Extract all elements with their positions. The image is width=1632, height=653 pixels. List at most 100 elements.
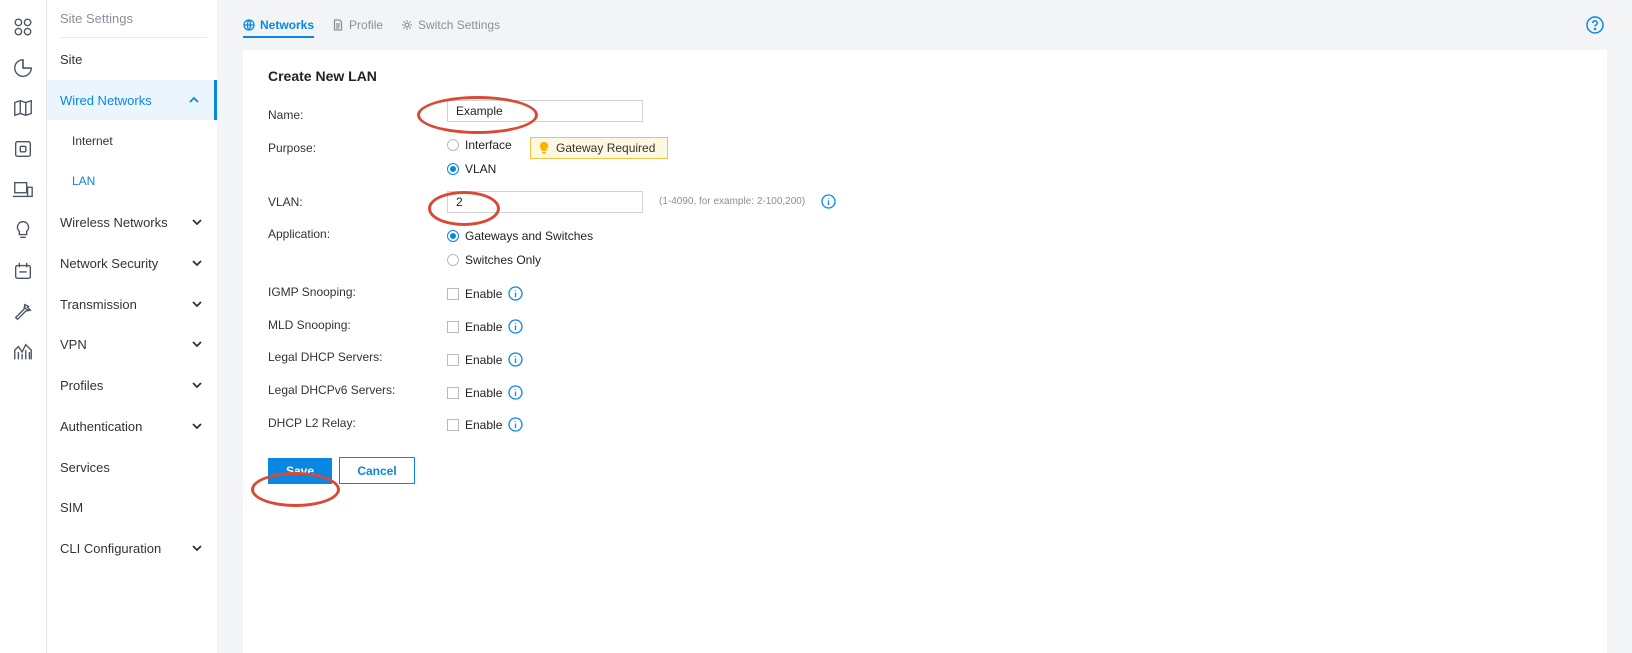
application-radio-gateways-switches[interactable]: Gateways and Switches xyxy=(447,229,593,243)
sidebar-item-lan[interactable]: LAN xyxy=(47,161,217,201)
sidebar-item-label: Transmission xyxy=(60,296,137,312)
chevron-down-icon xyxy=(191,379,203,391)
radio-dot xyxy=(447,163,459,175)
sidebar-item-wired-networks[interactable]: Wired Networks xyxy=(47,80,217,120)
sidebar-item-label: Profiles xyxy=(60,377,104,393)
tab-switch-settings[interactable]: Switch Settings xyxy=(401,14,500,36)
sidebar-item-label: LAN xyxy=(72,174,96,188)
name-label: Name: xyxy=(268,108,304,122)
checkbox-box xyxy=(447,320,459,333)
vlan-hint: (1-4090, for example: 2-100,200) xyxy=(659,196,806,207)
igmp-snooping-checkbox[interactable]: Enable xyxy=(447,286,524,301)
sidebar-item-transmission[interactable]: Transmission xyxy=(47,284,217,324)
sidebar-item-label: CLI Configuration xyxy=(60,540,162,556)
sidebar-item-sim[interactable]: SIM xyxy=(47,487,217,527)
name-input[interactable]: Example xyxy=(447,100,643,122)
clients-icon[interactable] xyxy=(11,178,35,202)
mld-snooping-checkbox[interactable]: Enable xyxy=(447,319,524,334)
checkbox-label: Enable xyxy=(465,319,503,334)
cancel-button[interactable]: Cancel xyxy=(339,457,415,484)
sidebar-item-network-security[interactable]: Network Security xyxy=(47,243,217,283)
sidebar-item-authentication[interactable]: Authentication xyxy=(47,406,217,446)
sidebar-item-wireless-networks[interactable]: Wireless Networks xyxy=(47,202,217,242)
icon-rail xyxy=(0,0,47,653)
globe-icon xyxy=(243,19,255,31)
chevron-down-icon xyxy=(191,298,203,310)
purpose-label: Purpose: xyxy=(268,141,317,155)
purpose-radio-vlan[interactable]: VLAN xyxy=(447,162,496,176)
checkbox-box xyxy=(447,386,459,399)
sidebar-item-label: Network Security xyxy=(60,255,159,271)
info-icon[interactable] xyxy=(508,319,524,334)
dashboard-icon[interactable] xyxy=(11,15,35,39)
sidebar-item-label: Wireless Networks xyxy=(60,214,168,230)
sidebar-item-internet[interactable]: Internet xyxy=(47,121,217,161)
dhcp-l2-relay-label: DHCP L2 Relay: xyxy=(268,416,356,430)
badge-text: Gateway Required xyxy=(556,141,656,155)
dhcp-l2-relay-checkbox[interactable]: Enable xyxy=(447,417,524,432)
checkbox-box xyxy=(447,418,459,431)
radio-dot xyxy=(447,230,459,242)
tab-networks[interactable]: Networks xyxy=(243,14,315,38)
map-icon[interactable] xyxy=(11,96,35,120)
logs-icon[interactable] xyxy=(11,259,35,283)
sidebar-item-label: VPN xyxy=(60,336,87,352)
sidebar-item-label: Authentication xyxy=(60,418,143,434)
sidebar-divider xyxy=(60,37,207,38)
checkbox-label: Enable xyxy=(465,286,503,301)
radio-dot xyxy=(447,139,459,151)
vlan-label: VLAN: xyxy=(268,195,303,209)
checkbox-label: Enable xyxy=(465,352,503,367)
radio-label: Switches Only xyxy=(465,253,542,267)
purpose-radio-interface[interactable]: Interface xyxy=(447,138,512,152)
legal-dhcpv6-servers-checkbox[interactable]: Enable xyxy=(447,385,524,400)
tab-label: Profile xyxy=(349,18,384,32)
info-icon[interactable] xyxy=(508,352,524,367)
chevron-down-icon xyxy=(191,257,203,269)
sidebar-item-label: SIM xyxy=(60,499,84,515)
info-icon[interactable] xyxy=(508,286,524,301)
gateway-required-badge: Gateway Required xyxy=(530,137,669,159)
radio-label: Gateways and Switches xyxy=(465,229,594,243)
application-label: Application: xyxy=(268,227,331,241)
top-tabs: Networks Profile Switch Settings xyxy=(243,14,500,38)
sidebar-item-cli-configuration[interactable]: CLI Configuration xyxy=(47,528,217,568)
chevron-down-icon xyxy=(191,216,203,228)
devices-icon[interactable] xyxy=(11,137,35,161)
sidebar-item-label: Site xyxy=(60,51,83,67)
mld-snooping-label: MLD Snooping: xyxy=(268,318,351,332)
sidebar-header: Site Settings xyxy=(60,11,133,26)
info-icon[interactable] xyxy=(508,385,524,400)
checkbox-label: Enable xyxy=(465,417,503,432)
help-icon[interactable] xyxy=(1586,16,1604,34)
page-title: Create New LAN xyxy=(268,68,377,84)
sidebar-item-label: Internet xyxy=(72,134,113,148)
sidebar-item-profiles[interactable]: Profiles xyxy=(47,365,217,405)
sidebar-item-services[interactable]: Services xyxy=(47,447,217,487)
info-icon[interactable] xyxy=(821,194,836,209)
chevron-down-icon xyxy=(191,420,203,432)
save-button[interactable]: Save xyxy=(268,458,332,484)
statistics-icon[interactable] xyxy=(11,56,35,80)
legal-dhcp-servers-label: Legal DHCP Servers: xyxy=(268,350,383,364)
tab-profile[interactable]: Profile xyxy=(332,14,383,36)
tab-label: Networks xyxy=(260,18,315,32)
sidebar-item-site[interactable]: Site xyxy=(47,39,217,79)
create-lan-card: Create New LAN Name: Example Purpose: In… xyxy=(243,50,1607,653)
checkbox-box xyxy=(447,287,459,300)
sidebar-item-vpn[interactable]: VPN xyxy=(47,324,217,364)
reports-icon[interactable] xyxy=(11,340,35,364)
chevron-down-icon xyxy=(191,338,203,350)
sidebar-item-label: Wired Networks xyxy=(60,92,152,108)
insight-icon[interactable] xyxy=(11,218,35,242)
tools-icon[interactable] xyxy=(11,300,35,324)
radio-label: VLAN xyxy=(465,162,497,176)
chevron-down-icon xyxy=(191,542,203,554)
application-radio-switches-only[interactable]: Switches Only xyxy=(447,253,541,267)
radio-dot xyxy=(447,254,459,266)
document-icon xyxy=(333,19,343,31)
legal-dhcp-servers-checkbox[interactable]: Enable xyxy=(447,352,524,367)
info-icon[interactable] xyxy=(508,417,524,432)
igmp-snooping-label: IGMP Snooping: xyxy=(268,285,356,299)
vlan-input[interactable]: 2 xyxy=(447,191,643,213)
